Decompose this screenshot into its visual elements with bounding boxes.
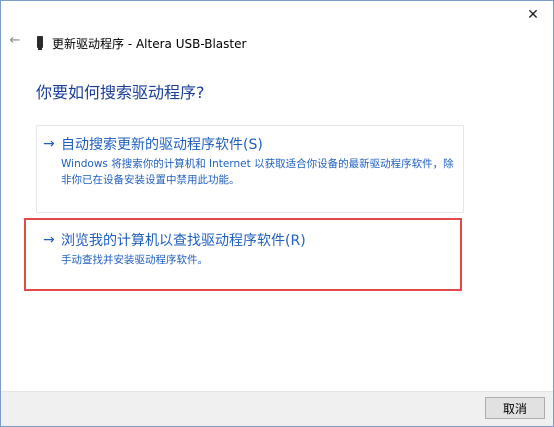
option-description: 手动查找并安装驱动程序软件。 — [61, 254, 208, 266]
arrow-right-icon: → — [43, 232, 55, 248]
close-button[interactable]: ✕ — [519, 4, 547, 26]
option-description: Windows 将搜索你的计算机和 Internet 以获取适合你设备的最新驱动… — [61, 158, 454, 186]
browse-computer-option[interactable]: → 浏览我的计算机以查找驱动程序软件(R) 手动查找并安装驱动程序软件。 — [36, 221, 464, 273]
driver-update-window: ✕ ← 更新驱动程序 - Altera USB-Blaster 你要如何搜索驱动… — [0, 0, 554, 427]
title-bar: ✕ — [1, 1, 553, 31]
footer-bar: 取消 — [1, 391, 553, 426]
cancel-button[interactable]: 取消 — [485, 397, 545, 419]
option-title: 自动搜索更新的驱动程序软件(S) — [61, 137, 263, 153]
back-button[interactable]: ← — [8, 34, 22, 48]
arrow-right-icon: → — [43, 136, 55, 152]
usb-device-icon — [37, 36, 43, 50]
auto-search-option[interactable]: → 自动搜索更新的驱动程序软件(S) Windows 将搜索你的计算机和 Int… — [36, 125, 464, 213]
page-heading: 你要如何搜索驱动程序? — [36, 83, 205, 102]
close-icon: ✕ — [527, 7, 539, 23]
wizard-title: 更新驱动程序 - Altera USB-Blaster — [52, 37, 247, 51]
option-title: 浏览我的计算机以查找驱动程序软件(R) — [61, 233, 306, 249]
back-arrow-icon: ← — [9, 33, 21, 48]
